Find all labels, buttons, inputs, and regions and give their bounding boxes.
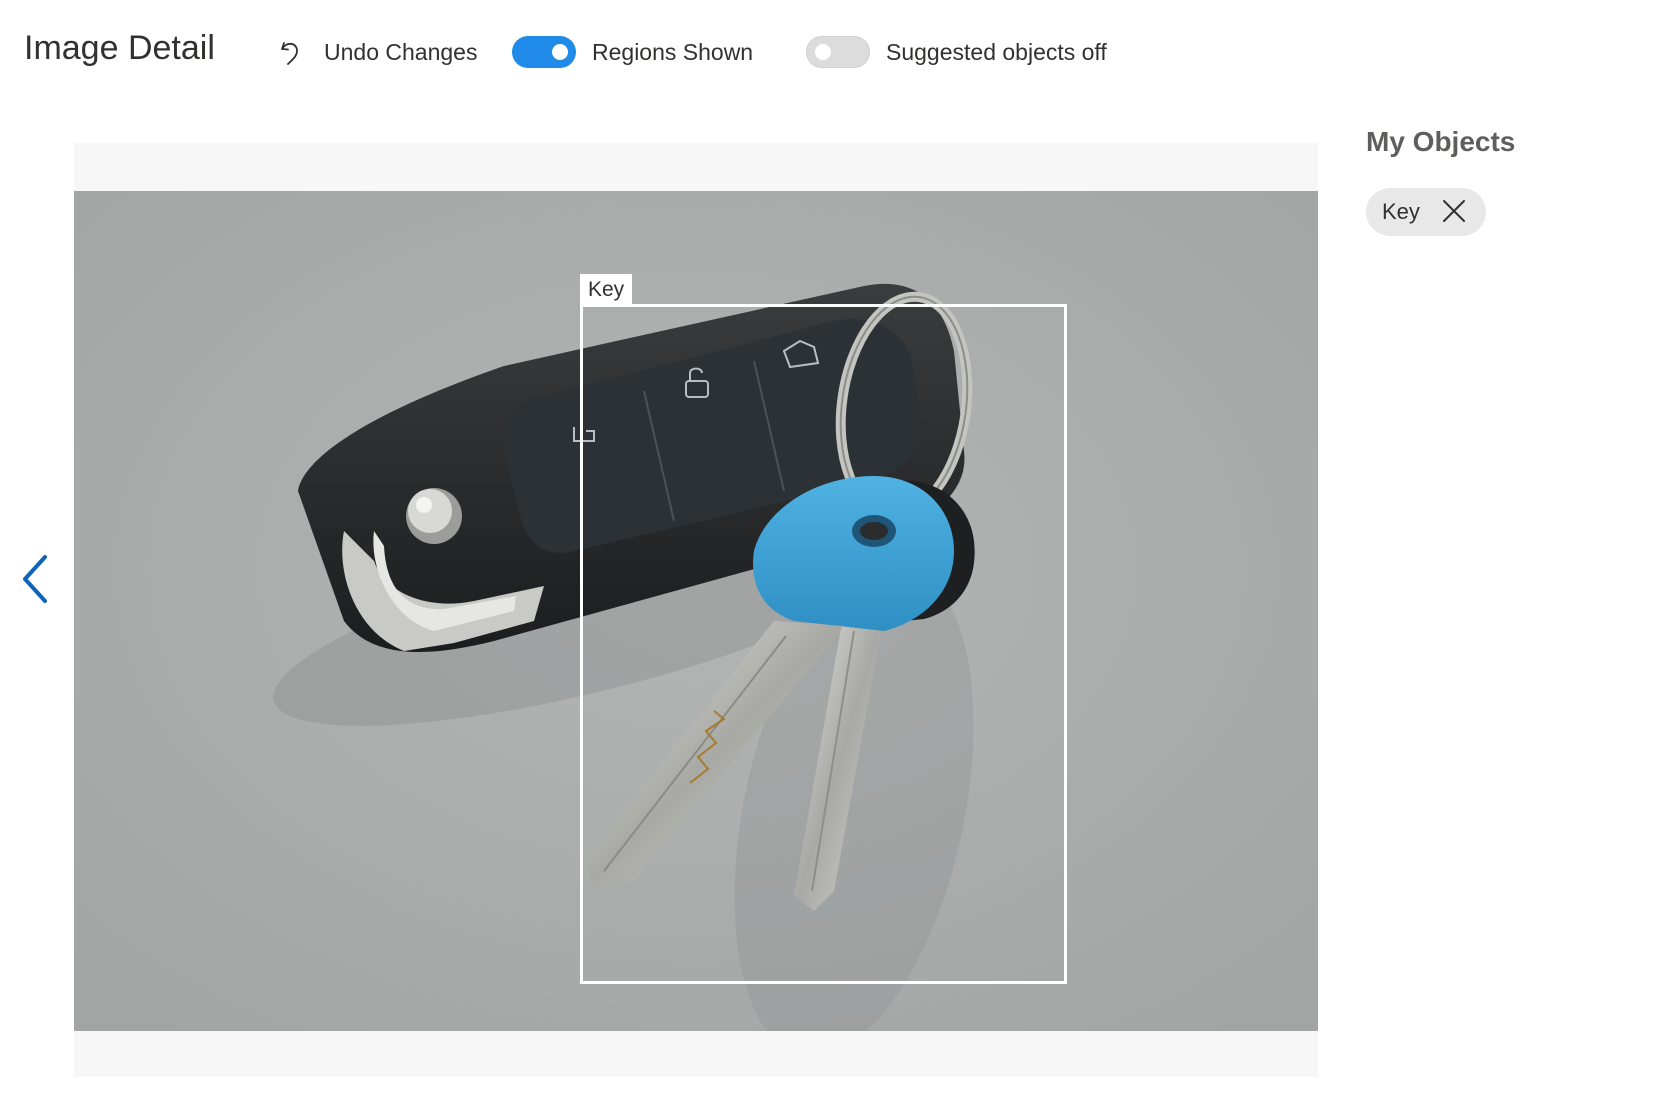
regions-shown-switch[interactable]	[512, 36, 576, 68]
page-title: Image Detail	[24, 29, 215, 67]
toggle-knob	[552, 44, 568, 60]
region-label[interactable]: Key	[580, 274, 633, 306]
my-objects-title: My Objects	[1366, 126, 1516, 157]
chevron-left-icon	[20, 554, 50, 606]
toggle-knob	[815, 44, 831, 60]
remove-tag-button[interactable]	[1434, 192, 1474, 232]
object-tag-chip[interactable]: Key	[1366, 188, 1486, 236]
regions-shown-toggle[interactable]: Regions Shown	[512, 30, 753, 74]
suggested-objects-toggle[interactable]: Suggested objects off	[806, 30, 1107, 74]
regions-shown-label: Regions Shown	[592, 38, 754, 65]
close-icon	[1442, 199, 1466, 226]
undo-changes-label: Undo Changes	[324, 38, 478, 65]
suggested-objects-label: Suggested objects off	[886, 38, 1107, 65]
header-toolbar: Image Detail Undo Changes Regions Shown …	[0, 0, 1670, 100]
image-detail-page: Image Detail Undo Changes Regions Shown …	[0, 0, 1670, 1103]
my-objects-panel: My Objects Key	[1366, 120, 1656, 236]
previous-image-button[interactable]	[12, 550, 58, 610]
undo-icon	[276, 37, 306, 67]
suggested-objects-switch[interactable]	[806, 36, 870, 68]
region-bounding-box[interactable]	[580, 304, 1067, 984]
object-tag-label: Key	[1382, 199, 1420, 224]
undo-changes-button[interactable]: Undo Changes	[272, 30, 481, 74]
